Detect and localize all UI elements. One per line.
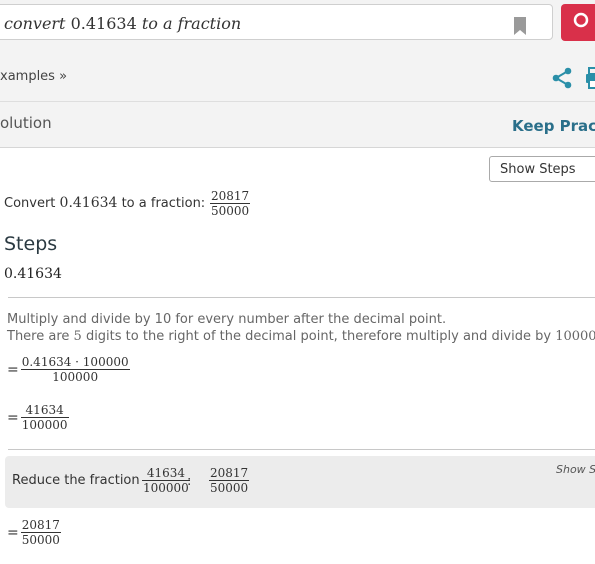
result-number: 0.41634 — [59, 195, 118, 211]
result-prefix: Convert — [4, 196, 60, 211]
result-fraction: 20817 50000 — [210, 189, 251, 218]
query-number: 0.41634 — [70, 14, 137, 33]
result-numerator: 20817 — [210, 189, 251, 204]
fraction: 41634 100000 — [20, 403, 69, 432]
result-suffix: to a fraction: — [117, 196, 206, 211]
numerator: 20817 — [209, 466, 250, 481]
show-steps-label: Show Steps — [500, 162, 576, 177]
explain-text: There are — [7, 329, 74, 344]
print-icon[interactable] — [586, 66, 595, 90]
keep-practicing-link[interactable]: Keep Pract — [512, 117, 595, 135]
go-button[interactable] — [561, 4, 595, 41]
denominator: 50000 — [21, 533, 60, 547]
denominator: 100000 — [21, 418, 68, 432]
explain-value: 100000 — [555, 329, 595, 344]
show-steps-link[interactable]: Show S — [556, 463, 595, 476]
solution-tab[interactable]: olution — [0, 114, 52, 132]
equals-sign: = — [7, 524, 19, 541]
equation-final: = 20817 50000 — [7, 518, 61, 547]
divider — [0, 101, 595, 102]
step-start-value: 0.41634 — [4, 266, 62, 282]
denominator: 100000 — [143, 481, 189, 495]
explain-line-1: Multiply and divide by 10 for every numb… — [7, 312, 447, 327]
query-suffix: to a fraction — [136, 14, 242, 33]
search-query[interactable]: convert 0.41634 to a fraction — [4, 14, 241, 33]
share-icon[interactable] — [551, 67, 573, 89]
explain-digits: 5 — [73, 329, 82, 344]
fraction: 0.41634 · 100000 100000 — [20, 355, 130, 384]
step-explanation: Multiply and divide by 10 for every numb… — [7, 311, 595, 345]
divider — [8, 449, 595, 450]
equals-sign: = — [7, 361, 19, 378]
divider — [0, 147, 595, 148]
divider — [8, 297, 595, 298]
search-go-icon — [573, 12, 589, 28]
numerator: 41634 — [142, 466, 190, 481]
reduce-to-fraction: 20817 50000 — [209, 466, 250, 495]
equation-step-1: = 0.41634 · 100000 100000 — [7, 355, 130, 384]
search-input[interactable]: convert 0.41634 to a fraction — [0, 4, 553, 40]
show-steps-dropdown[interactable]: Show Steps — [489, 156, 595, 182]
query-prefix: convert — [4, 14, 71, 33]
steps-heading: Steps — [4, 233, 58, 255]
numerator: 0.41634 · 100000 — [20, 355, 130, 370]
denominator: 100000 — [52, 370, 99, 384]
explain-text: digits to the right of the decimal point… — [81, 329, 556, 344]
equals-sign: = — [7, 409, 19, 426]
explain-line-2: There are 5 digits to the right of the d… — [7, 328, 595, 345]
colon: : — [187, 474, 192, 489]
fraction: 20817 50000 — [20, 518, 61, 547]
equation-step-2: = 41634 100000 — [7, 403, 69, 432]
result-label: Convert 0.41634 to a fraction: — [4, 195, 205, 211]
denominator: 50000 — [210, 481, 249, 495]
examples-link[interactable]: xamples » — [0, 69, 67, 84]
bookmark-icon[interactable] — [513, 17, 527, 35]
reduce-step-box[interactable]: Reduce the fraction 41634 100000 : 20817 5… — [5, 456, 595, 508]
reduce-label: Reduce the fraction — [12, 473, 140, 488]
numerator: 20817 — [20, 518, 61, 533]
reduce-from-fraction: 41634 100000 — [142, 466, 190, 495]
result-denominator: 50000 — [211, 204, 250, 218]
numerator: 41634 — [20, 403, 69, 418]
